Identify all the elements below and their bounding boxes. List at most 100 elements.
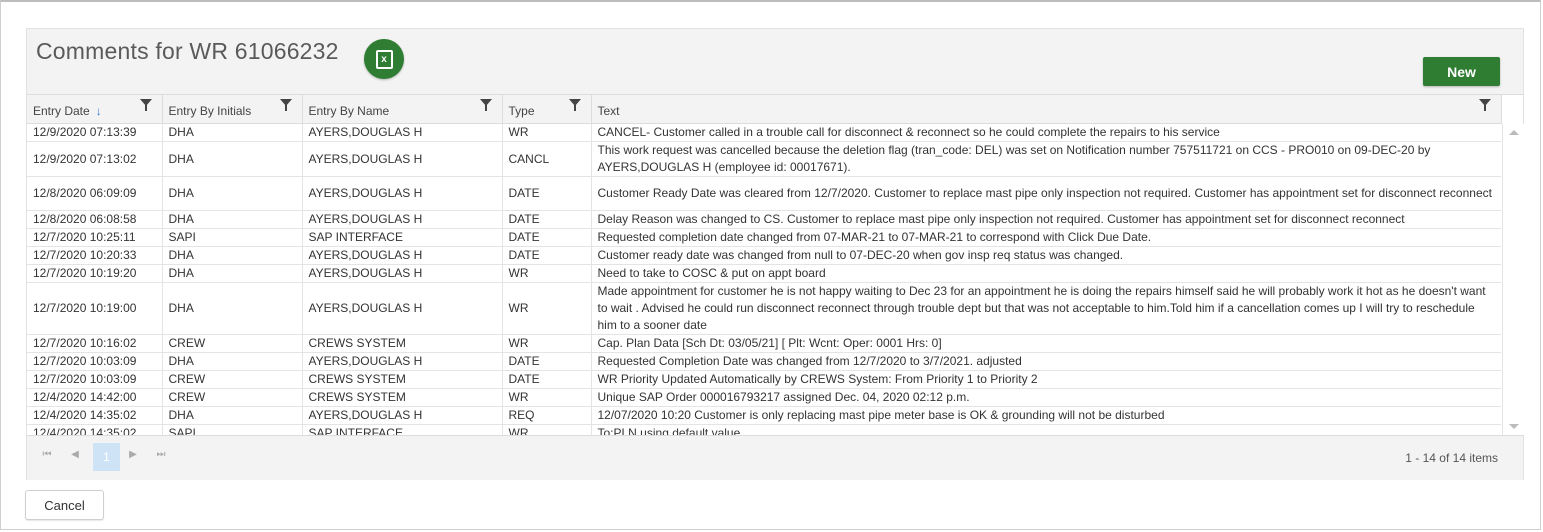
grid-body: 12/9/2020 07:13:39 DHA AYERS,DOUGLAS H WR CA…	[27, 124, 1501, 435]
cell-entry-by-name: CREWS SYSTEM	[302, 388, 503, 407]
cell-entry-by-name: AYERS,DOUGLAS H	[302, 176, 503, 211]
first-page-icon[interactable]: ⏮	[38, 449, 56, 460]
comments-grid: Entry Date ↓ Entry By Initials Entry By N…	[27, 94, 1524, 435]
cell-text: Requested completion date changed from 0…	[591, 228, 1501, 247]
cell-type: REQ	[502, 406, 592, 425]
excel-export-icon: x	[375, 49, 393, 69]
cell-type: DATE	[502, 210, 592, 229]
filter-icon[interactable]	[479, 99, 492, 111]
filter-icon[interactable]	[568, 99, 581, 111]
cell-type: CANCL	[502, 141, 592, 177]
table-row[interactable]: 12/9/2020 07:13:02 DHA AYERS,DOUGLAS H CANC…	[27, 141, 1501, 177]
cell-entry-by-name: AYERS,DOUGLAS H	[302, 141, 503, 177]
cell-type: WR	[502, 124, 592, 142]
cell-type: DATE	[502, 370, 592, 389]
cell-entry-by-initials: DHA	[162, 406, 303, 425]
table-row[interactable]: 12/9/2020 07:13:39 DHA AYERS,DOUGLAS H WR CA…	[27, 124, 1501, 142]
table-row[interactable]: 12/7/2020 10:03:09 CREW CREWS SYSTEM DATE WR…	[27, 370, 1501, 389]
cell-entry-by-name: AYERS,DOUGLAS H	[302, 124, 503, 142]
cell-entry-date: 12/4/2020 14:35:02	[27, 424, 163, 435]
column-header-entry-date[interactable]: Entry Date ↓	[27, 95, 163, 123]
cell-text: Delay Reason was changed to CS. Customer…	[591, 210, 1501, 229]
cancel-button[interactable]: Cancel	[25, 490, 104, 520]
cell-entry-by-name: AYERS,DOUGLAS H	[302, 352, 503, 371]
cell-type: WR	[502, 388, 592, 407]
column-label: Type	[508, 103, 535, 118]
cell-entry-by-name: CREWS SYSTEM	[302, 370, 503, 389]
cell-text: Cap. Plan Data [Sch Dt: 03/05/21] [ Plt:…	[591, 334, 1501, 353]
table-row[interactable]: 12/4/2020 14:42:00 CREW CREWS SYSTEM WR Uniq…	[27, 388, 1501, 407]
column-header-text[interactable]: Text	[591, 95, 1502, 123]
cell-entry-by-initials: DHA	[162, 264, 303, 283]
dialog-title: Comments for WR 61066232	[36, 38, 339, 64]
cell-text: 12/07/2020 10:20 Customer is only replac…	[591, 406, 1501, 425]
cell-entry-by-initials: DHA	[162, 352, 303, 371]
next-page-icon[interactable]: ▶	[124, 449, 142, 460]
filter-icon[interactable]	[139, 99, 152, 111]
sort-descending-icon[interactable]: ↓	[96, 104, 102, 118]
cell-type: DATE	[502, 352, 592, 371]
table-row[interactable]: 12/7/2020 10:19:00 DHA AYERS,DOUGLAS H WR Ma…	[27, 282, 1501, 335]
grid-rows-table: 12/9/2020 07:13:39 DHA AYERS,DOUGLAS H WR CA…	[27, 124, 1501, 435]
cell-entry-by-initials: DHA	[162, 124, 303, 142]
cell-type: DATE	[502, 228, 592, 247]
column-header-entry-by-initials[interactable]: Entry By Initials	[162, 95, 303, 123]
table-row[interactable]: 12/7/2020 10:19:20 DHA AYERS,DOUGLAS H WR Ne…	[27, 264, 1501, 283]
cell-text: Customer Ready Date was cleared from 12/…	[591, 176, 1501, 211]
table-row[interactable]: 12/7/2020 10:25:11 SAPI SAP INTERFACE DATE R…	[27, 228, 1501, 247]
column-label: Entry Date	[33, 103, 90, 118]
table-row[interactable]: 12/8/2020 06:08:58 DHA AYERS,DOUGLAS H DATE…	[27, 210, 1501, 229]
table-row[interactable]: 12/7/2020 10:03:09 DHA AYERS,DOUGLAS H DATE…	[27, 352, 1501, 371]
cell-entry-by-initials: DHA	[162, 141, 303, 177]
cell-text: WR Priority Updated Automatically by CRE…	[591, 370, 1501, 389]
cell-entry-by-initials: DHA	[162, 176, 303, 211]
cell-type: WR	[502, 424, 592, 435]
export-excel-button[interactable]: x	[364, 39, 404, 79]
cell-entry-date: 12/7/2020 10:03:09	[27, 370, 163, 389]
comments-panel: Comments for WR 61066232 x New Entry Dat…	[26, 28, 1524, 480]
pager-info: 1 - 14 of 14 items	[1405, 451, 1498, 465]
cell-entry-date: 12/9/2020 07:13:02	[27, 141, 163, 177]
dialog-frame: Comments for WR 61066232 x New Entry Dat…	[0, 0, 1541, 530]
filter-icon[interactable]	[1478, 99, 1491, 111]
cell-entry-date: 12/8/2020 06:08:58	[27, 210, 163, 229]
cell-entry-by-name: AYERS,DOUGLAS H	[302, 210, 503, 229]
cell-type: WR	[502, 264, 592, 283]
column-label: Text	[597, 103, 620, 118]
vertical-scrollbar[interactable]	[1502, 124, 1524, 435]
cell-entry-by-name: AYERS,DOUGLAS H	[302, 406, 503, 425]
column-header-entry-by-name[interactable]: Entry By Name	[302, 95, 503, 123]
scroll-up-icon[interactable]	[1509, 130, 1519, 135]
cell-entry-by-name: AYERS,DOUGLAS H	[302, 282, 503, 335]
filter-icon[interactable]	[279, 99, 292, 111]
cell-entry-date: 12/4/2020 14:35:02	[27, 406, 163, 425]
cell-entry-by-name: SAP INTERFACE	[302, 424, 503, 435]
grid-header: Entry Date ↓ Entry By Initials Entry By N…	[27, 95, 1502, 124]
cell-entry-by-initials: SAPI	[162, 424, 303, 435]
cell-entry-by-name: CREWS SYSTEM	[302, 334, 503, 353]
cell-entry-by-initials: CREW	[162, 370, 303, 389]
cell-entry-by-initials: SAPI	[162, 228, 303, 247]
previous-page-icon[interactable]: ◀	[66, 449, 84, 460]
cell-text: This work request was cancelled because …	[591, 141, 1501, 177]
table-row[interactable]: 12/8/2020 06:09:09 DHA AYERS,DOUGLAS H DATE…	[27, 176, 1501, 211]
table-row[interactable]: 12/4/2020 14:35:02 SAPI SAP INTERFACE WR To:…	[27, 424, 1501, 435]
last-page-icon[interactable]: ⏭	[152, 449, 170, 460]
current-page-button[interactable]: 1	[93, 443, 120, 471]
cell-entry-by-initials: DHA	[162, 246, 303, 265]
cell-text: CANCEL- Customer called in a trouble cal…	[591, 124, 1501, 142]
scroll-down-icon[interactable]	[1509, 424, 1519, 429]
cell-entry-by-initials: DHA	[162, 282, 303, 335]
cell-entry-by-name: AYERS,DOUGLAS H	[302, 264, 503, 283]
table-row[interactable]: 12/4/2020 14:35:02 DHA AYERS,DOUGLAS H REQ 1…	[27, 406, 1501, 425]
column-header-type[interactable]: Type	[502, 95, 592, 123]
cell-entry-date: 12/9/2020 07:13:39	[27, 124, 163, 142]
cell-type: WR	[502, 334, 592, 353]
cell-entry-by-name: AYERS,DOUGLAS H	[302, 246, 503, 265]
table-row[interactable]: 12/7/2020 10:20:33 DHA AYERS,DOUGLAS H DATE…	[27, 246, 1501, 265]
cell-entry-date: 12/8/2020 06:09:09	[27, 176, 163, 211]
cell-text: To:PLN using default value.	[591, 424, 1501, 435]
cell-entry-date: 12/7/2020 10:19:20	[27, 264, 163, 283]
new-button[interactable]: New	[1423, 57, 1500, 86]
table-row[interactable]: 12/7/2020 10:16:02 CREW CREWS SYSTEM WR Cap.…	[27, 334, 1501, 353]
